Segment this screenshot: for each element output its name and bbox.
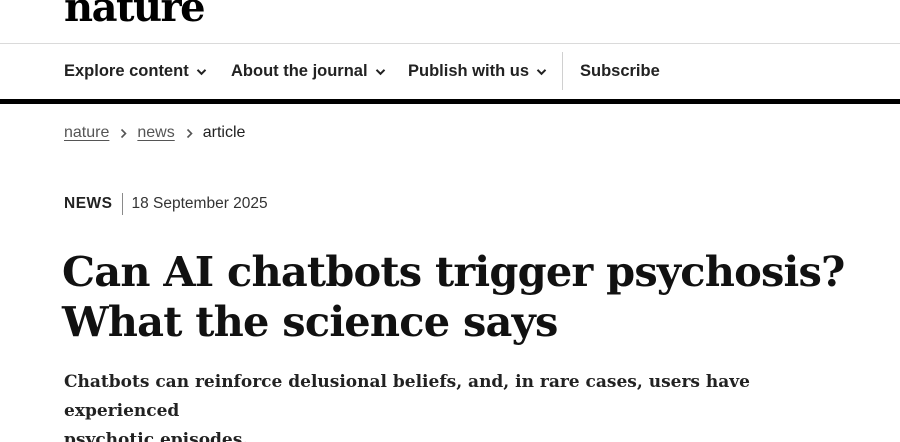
nature-logo[interactable]: nature bbox=[64, 0, 206, 28]
meta-divider bbox=[121, 193, 123, 215]
article-date: 18 September 2025 bbox=[131, 195, 268, 212]
logo-bar: nature bbox=[0, 0, 900, 43]
article-type: NEWS bbox=[64, 195, 113, 212]
nav-explore-content[interactable]: Explore content bbox=[64, 44, 207, 99]
standfirst-line-1: Chatbots can reinforce delusional belief… bbox=[64, 372, 750, 421]
breadcrumb: nature news article bbox=[64, 122, 245, 144]
article-standfirst: Chatbots can reinforce delusional belief… bbox=[64, 368, 844, 442]
nav-publish-with-us[interactable]: Publish with us bbox=[408, 44, 547, 99]
chevron-right-icon bbox=[186, 128, 193, 139]
chevron-down-icon bbox=[196, 68, 207, 76]
nav-about-the-journal-label: About the journal bbox=[231, 62, 368, 80]
article-meta: NEWS 18 September 2025 bbox=[64, 192, 268, 216]
standfirst-line-2: psychotic episodes. bbox=[64, 430, 249, 442]
nav-separator bbox=[562, 52, 563, 90]
nav-bottom-rule bbox=[0, 99, 900, 104]
chevron-right-icon bbox=[120, 128, 128, 139]
article-title: Can AI chatbots trigger psychosis? What … bbox=[62, 247, 882, 347]
main-nav: Explore content About the journal Publis… bbox=[0, 44, 900, 99]
chevron-down-icon bbox=[375, 68, 386, 76]
nav-publish-with-us-label: Publish with us bbox=[408, 62, 530, 80]
breadcrumb-article: article bbox=[202, 124, 246, 141]
article-title-line-2: What the science says bbox=[62, 297, 558, 346]
chevron-down-icon bbox=[536, 68, 547, 76]
breadcrumb-nature[interactable]: nature bbox=[64, 124, 109, 142]
nav-about-the-journal[interactable]: About the journal bbox=[231, 44, 386, 99]
article-title-line-1: Can AI chatbots trigger psychosis? bbox=[62, 247, 845, 296]
breadcrumb-news[interactable]: news bbox=[137, 124, 174, 142]
subscribe-label: Subscribe bbox=[580, 62, 660, 80]
nav-explore-content-label: Explore content bbox=[64, 62, 189, 80]
subscribe-link[interactable]: Subscribe bbox=[580, 44, 660, 99]
